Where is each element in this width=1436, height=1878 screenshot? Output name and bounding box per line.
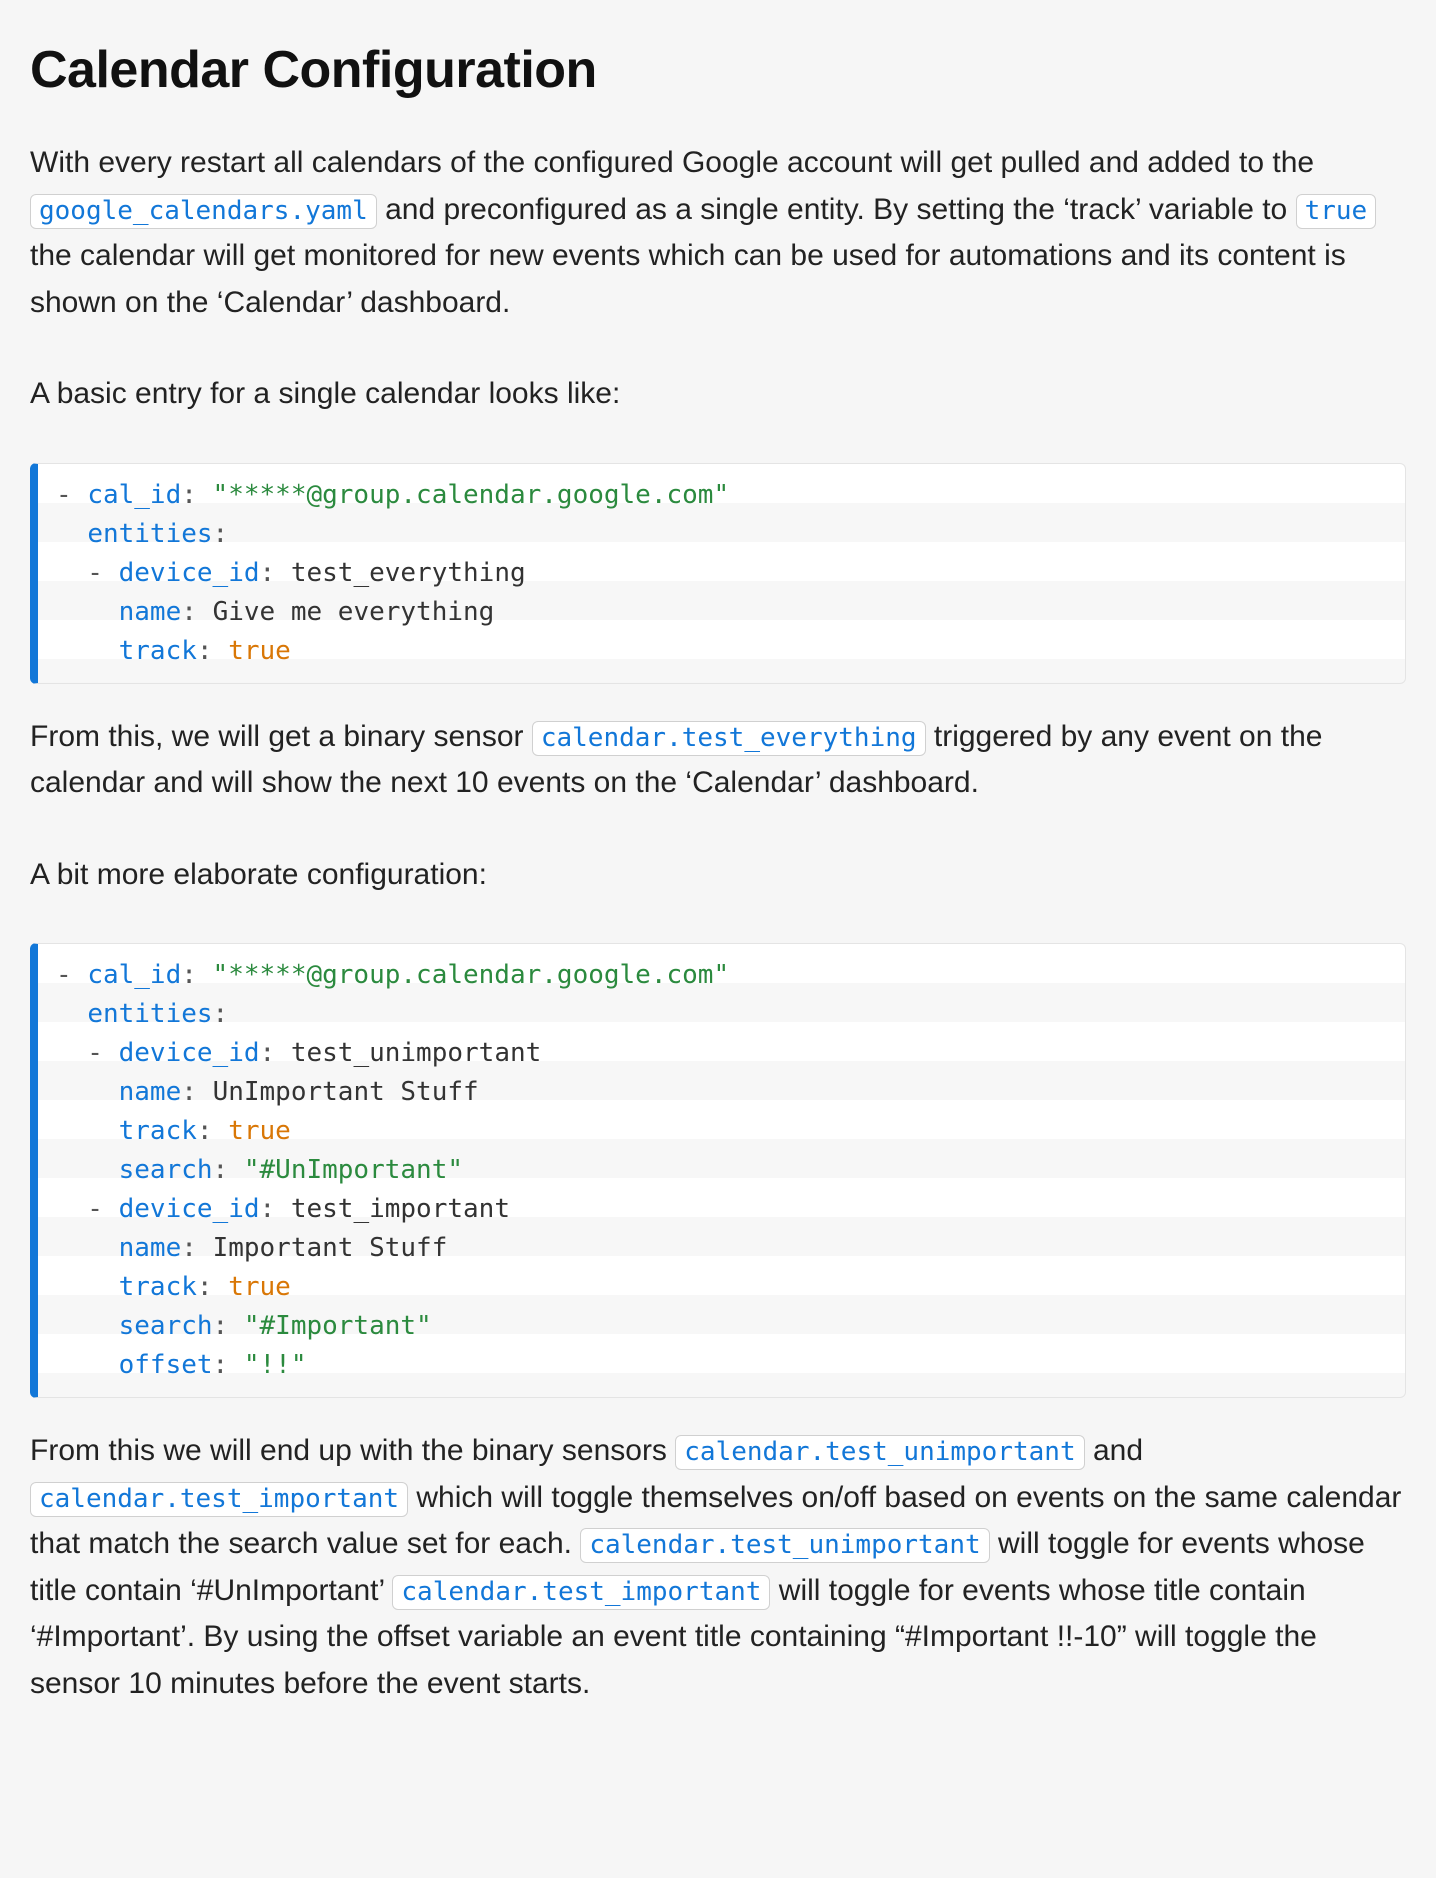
sp — [197, 480, 213, 510]
colon: : — [260, 1038, 276, 1068]
page-title: Calendar Configuration — [30, 40, 1406, 100]
value-cal-id: "*****@group.calendar.google.com" — [213, 480, 730, 510]
dash: - — [56, 1194, 119, 1224]
colon: : — [213, 1311, 229, 1341]
key-cal-id: cal_id — [87, 480, 181, 510]
sp — [228, 1311, 244, 1341]
indent — [56, 636, 119, 666]
indent — [56, 1350, 119, 1380]
code-google-calendars-yaml: google_calendars.yaml — [30, 194, 377, 229]
colon: : — [181, 597, 197, 627]
colon: : — [197, 636, 213, 666]
sp — [197, 960, 213, 990]
code-calendar-test-unimportant: calendar.test_unimportant — [675, 1435, 1084, 1470]
text: and — [1085, 1434, 1143, 1467]
sp — [275, 1194, 291, 1224]
indent — [56, 1233, 119, 1263]
text: From this, we will get a binary sensor — [30, 720, 532, 753]
value-device-id: test_everything — [291, 558, 526, 588]
key-name: name — [119, 1077, 182, 1107]
key-offset: offset — [119, 1350, 213, 1380]
key-entities: entities — [87, 999, 212, 1029]
code-calendar-test-important: calendar.test_important — [30, 1482, 408, 1517]
sp — [213, 1116, 229, 1146]
key-search: search — [119, 1311, 213, 1341]
text: and preconfigured as a single entity. By… — [377, 193, 1296, 226]
dash: - — [56, 1038, 119, 1068]
sp — [197, 1233, 213, 1263]
code-calendar-test-unimportant: calendar.test_unimportant — [580, 1528, 989, 1563]
elaborate-result-paragraph: From this we will end up with the binary… — [30, 1428, 1406, 1707]
colon: : — [181, 480, 197, 510]
sp — [275, 558, 291, 588]
key-name: name — [119, 597, 182, 627]
key-cal-id: cal_id — [87, 960, 181, 990]
sp — [228, 1155, 244, 1185]
sp — [228, 1350, 244, 1380]
key-device-id: device_id — [119, 558, 260, 588]
text: With every restart all calendars of the … — [30, 146, 1314, 179]
sp — [275, 1038, 291, 1068]
key-track: track — [119, 636, 197, 666]
value-cal-id: "*****@group.calendar.google.com" — [213, 960, 730, 990]
value-device-id: test_unimportant — [291, 1038, 541, 1068]
code-calendar-test-important: calendar.test_important — [392, 1575, 770, 1610]
colon: : — [197, 1272, 213, 1302]
basic-entry-lead: A basic entry for a single calendar look… — [30, 371, 1406, 418]
value-search: "#Important" — [244, 1311, 432, 1341]
colon: : — [213, 999, 229, 1029]
colon: : — [260, 1194, 276, 1224]
key-name: name — [119, 1233, 182, 1263]
sp — [197, 597, 213, 627]
value-name: UnImportant Stuff — [213, 1077, 479, 1107]
key-search: search — [119, 1155, 213, 1185]
colon: : — [213, 519, 229, 549]
colon: : — [197, 1116, 213, 1146]
elaborate-lead: A bit more elaborate configuration: — [30, 852, 1406, 899]
value-track: true — [228, 1272, 291, 1302]
key-device-id: device_id — [119, 1194, 260, 1224]
key-device-id: device_id — [119, 1038, 260, 1068]
key-track: track — [119, 1116, 197, 1146]
value-track: true — [228, 636, 291, 666]
value-name: Give me everything — [213, 597, 495, 627]
value-offset: "!!" — [244, 1350, 307, 1380]
indent — [56, 1311, 119, 1341]
indent — [56, 1116, 119, 1146]
code-block-elaborate: - cal_id: "*****@group.calendar.google.c… — [30, 943, 1406, 1398]
colon: : — [213, 1350, 229, 1380]
binary-sensor-paragraph: From this, we will get a binary sensor c… — [30, 714, 1406, 807]
key-track: track — [119, 1272, 197, 1302]
value-name: Important Stuff — [213, 1233, 448, 1263]
sp — [213, 636, 229, 666]
colon: : — [181, 960, 197, 990]
dash: - — [56, 558, 119, 588]
dash: - — [56, 960, 87, 990]
value-track: true — [228, 1116, 291, 1146]
indent — [56, 1272, 119, 1302]
sp — [197, 1077, 213, 1107]
colon: : — [213, 1155, 229, 1185]
intro-paragraph: With every restart all calendars of the … — [30, 140, 1406, 326]
value-device-id: test_important — [291, 1194, 510, 1224]
page-content: Calendar Configuration With every restar… — [0, 0, 1436, 1812]
dash: - — [56, 480, 87, 510]
colon: : — [181, 1077, 197, 1107]
key-entities: entities — [87, 519, 212, 549]
text: the calendar will get monitored for new … — [30, 239, 1346, 319]
code-calendar-test-everything: calendar.test_everything — [532, 721, 926, 756]
indent — [56, 1155, 119, 1185]
text: From this we will end up with the binary… — [30, 1434, 675, 1467]
indent — [56, 1077, 119, 1107]
code-block-basic: - cal_id: "*****@group.calendar.google.c… — [30, 463, 1406, 684]
colon: : — [260, 558, 276, 588]
indent — [56, 597, 119, 627]
colon: : — [181, 1233, 197, 1263]
sp — [213, 1272, 229, 1302]
value-search: "#UnImportant" — [244, 1155, 463, 1185]
code-true: true — [1296, 194, 1377, 229]
